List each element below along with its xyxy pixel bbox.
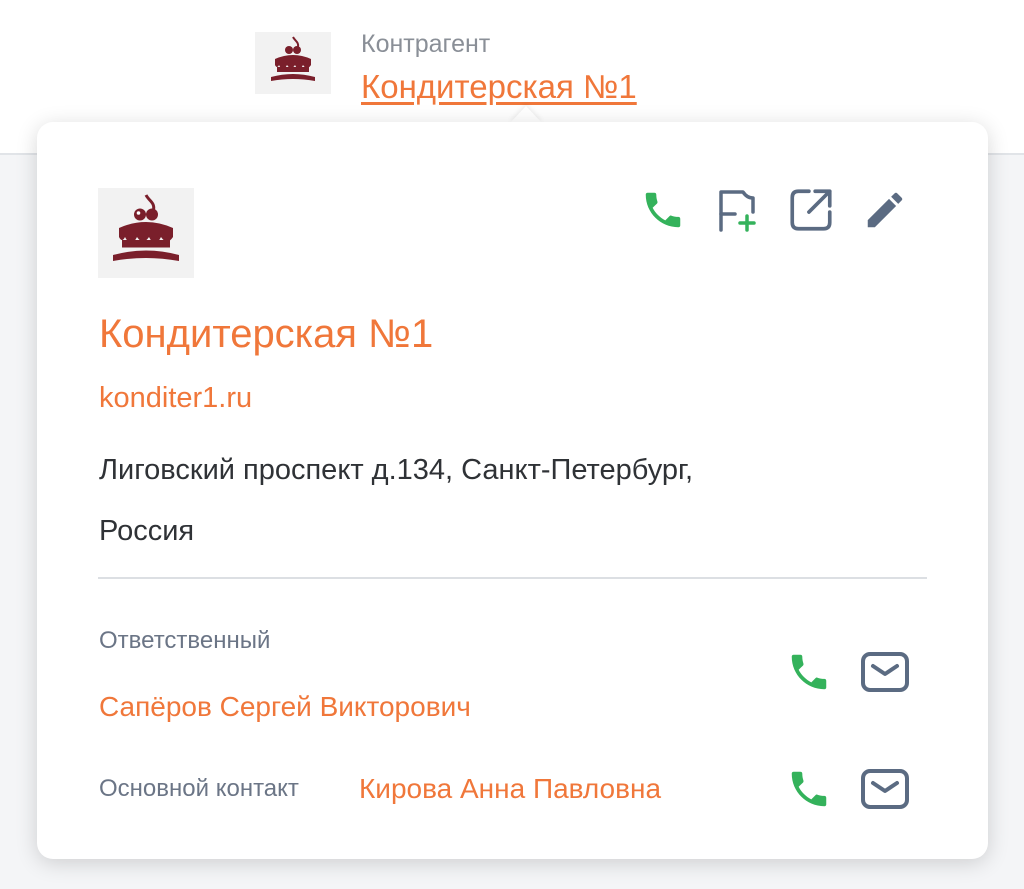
cake-icon	[104, 189, 188, 278]
main-contact-actions	[783, 765, 911, 817]
counterparty-link[interactable]: Кондитерская №1	[361, 68, 637, 106]
add-flag-button[interactable]	[711, 186, 763, 238]
page: Контрагент Кондитерская №1 Кондитерская …	[0, 0, 1024, 889]
call-responsible-button[interactable]	[783, 648, 835, 700]
call-button[interactable]	[637, 186, 689, 238]
external-link-icon	[786, 185, 836, 240]
main-contact-name-link[interactable]: Кирова Анна Павловна	[359, 773, 661, 805]
card-actions	[637, 186, 911, 238]
counterparty-label: Контрагент	[361, 30, 491, 58]
website-link[interactable]: konditer1.ru	[99, 382, 252, 415]
company-logo-large	[98, 188, 194, 278]
address-line: Лиговский проспект д.134, Санкт-Петербур…	[99, 454, 694, 486]
flag-add-icon	[713, 186, 761, 239]
company-popover: Кондитерская №1 konditer1.ru Лиговский п…	[37, 122, 988, 859]
popover-arrow	[510, 106, 542, 123]
mail-icon	[860, 651, 910, 698]
responsible-actions	[783, 648, 911, 700]
pencil-icon	[862, 187, 908, 238]
main-contact-label: Основной контакт	[99, 775, 299, 802]
company-logo	[255, 32, 331, 94]
company-name: Кондитерская №1	[99, 312, 434, 356]
divider	[98, 577, 927, 579]
company-address: Лиговский проспект д.134, Санкт-Петербур…	[99, 440, 859, 562]
phone-icon	[640, 187, 686, 238]
cake-icon	[265, 33, 321, 94]
phone-icon	[786, 649, 832, 700]
address-line: Россия	[99, 515, 195, 547]
responsible-label: Ответственный	[99, 627, 271, 654]
call-contact-button[interactable]	[783, 765, 835, 817]
mail-icon	[860, 768, 910, 815]
email-contact-button[interactable]	[859, 765, 911, 817]
edit-button[interactable]	[859, 186, 911, 238]
open-external-button[interactable]	[785, 186, 837, 238]
email-responsible-button[interactable]	[859, 648, 911, 700]
responsible-name-link[interactable]: Сапёров Сергей Викторович	[99, 691, 471, 723]
phone-icon	[786, 766, 832, 817]
